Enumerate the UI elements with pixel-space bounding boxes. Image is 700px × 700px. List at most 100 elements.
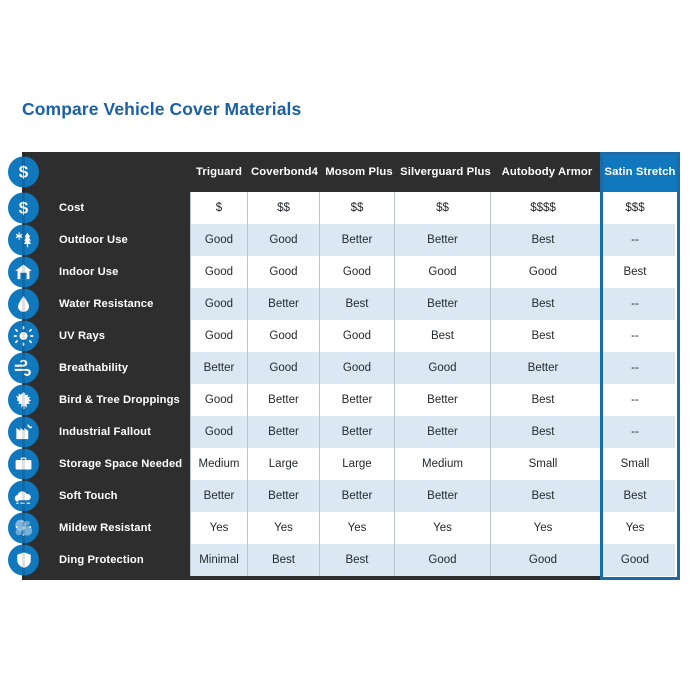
table-cell: Better	[247, 416, 320, 448]
table-cell: Large	[247, 448, 320, 480]
table-cell: Good	[394, 256, 491, 288]
table-cell: --	[595, 384, 675, 416]
table-cell: Good	[247, 256, 320, 288]
table-cell: Minimal	[190, 544, 248, 576]
table-cell: Better	[319, 480, 395, 512]
table-cell: Good	[394, 352, 491, 384]
table-cell: Good	[190, 224, 248, 256]
table-cell: Good	[190, 288, 248, 320]
column-header-1[interactable]: Triguard	[190, 152, 248, 192]
table-cell: Yes	[319, 512, 395, 544]
row-label-text: Indoor Use	[59, 266, 119, 278]
table-cell: Best	[490, 384, 596, 416]
table-cell: Best	[490, 320, 596, 352]
table-row: Yes Yes Yes Yes Yes Yes	[190, 512, 680, 544]
table-row: Good Better Best Better Best --	[190, 288, 680, 320]
table-cell: --	[595, 288, 675, 320]
column-header-4[interactable]: Silverguard Plus	[397, 152, 494, 192]
table-row: Better Better Better Better Best Best	[190, 480, 680, 512]
column-header-2[interactable]: Coverbond4	[248, 152, 321, 192]
table-cell: Best	[595, 256, 675, 288]
table-cell: Better	[247, 480, 320, 512]
table-cell: $	[190, 192, 248, 224]
table-cell: Best	[490, 288, 596, 320]
row-label-text: Industrial Fallout	[59, 426, 151, 438]
table-cell: Good	[247, 352, 320, 384]
table-row: Good Better Better Better Best --	[190, 384, 680, 416]
row-label-text: Bird & Tree Droppings	[59, 394, 180, 406]
table-cell: $$	[247, 192, 320, 224]
table-cell: Best	[394, 320, 491, 352]
column-header-row: Triguard Coverbond4 Mosom Plus Silverguard …	[190, 152, 680, 192]
row-label-text: Mildew Resistant	[59, 522, 152, 534]
table-row: Good Better Better Better Best --	[190, 416, 680, 448]
table-cell: Good	[190, 416, 248, 448]
table-cell: Good	[319, 256, 395, 288]
table-cell: Yes	[595, 512, 675, 544]
table-cell: Best	[490, 416, 596, 448]
table-row: $ $$ $$ $$ $$$$ $$$	[190, 192, 680, 224]
table-cell: Good	[490, 256, 596, 288]
table-cell: Better	[394, 224, 491, 256]
table-cell: Best	[595, 480, 675, 512]
table-cell: Better	[319, 224, 395, 256]
data-grid: Triguard Coverbond4 Mosom Plus Silverguard …	[190, 152, 680, 580]
row-label-text: Soft Touch	[59, 490, 118, 502]
row-label-text: Outdoor Use	[59, 234, 128, 246]
table-cell: Yes	[394, 512, 491, 544]
table-row-label: Mildew Resistant	[8, 512, 190, 544]
table-cell: $$$$	[490, 192, 596, 224]
table-cell: Better	[394, 384, 491, 416]
table-header-label-cell: $	[8, 152, 190, 192]
table-cell: $$$	[595, 192, 675, 224]
table-row-label: Ding Protection	[8, 544, 190, 576]
table-cell: Better	[394, 416, 491, 448]
table-cell: Good	[394, 544, 491, 576]
table-row-label: Storage Space Needed	[8, 448, 190, 480]
table-cell: Better	[190, 352, 248, 384]
table-cell: Good	[247, 224, 320, 256]
table-cell: --	[595, 352, 675, 384]
table-cell: Small	[490, 448, 596, 480]
row-label-text: Breathability	[59, 362, 129, 374]
table-cell: --	[595, 320, 675, 352]
table-cell: Good	[595, 544, 675, 576]
table-cell: Medium	[394, 448, 491, 480]
column-header-3[interactable]: Mosom Plus	[321, 152, 397, 192]
table-cell: Best	[490, 224, 596, 256]
column-header-6[interactable]: Satin Stretch	[600, 152, 680, 192]
table-row: Good Good Good Good Good Best	[190, 256, 680, 288]
table-cell: Good	[190, 320, 248, 352]
table-cell: Better	[490, 352, 596, 384]
table-cell: Best	[490, 480, 596, 512]
table-row-label: Outdoor Use	[8, 224, 190, 256]
table-cell: Yes	[247, 512, 320, 544]
table-row-label: Indoor Use	[8, 256, 190, 288]
table-row: Medium Large Large Medium Small Small	[190, 448, 680, 480]
table-row-label: Bird & Tree Droppings	[8, 384, 190, 416]
table-cell: Good	[319, 320, 395, 352]
table-cell: Good	[190, 384, 248, 416]
table-cell: Better	[394, 480, 491, 512]
table-cell: Better	[247, 288, 320, 320]
table-cell: Best	[319, 544, 395, 576]
table-cell: --	[595, 416, 675, 448]
table-cell: Yes	[490, 512, 596, 544]
table-row-label: UV Rays	[8, 320, 190, 352]
row-label-text: Storage Space Needed	[59, 458, 183, 470]
column-header-5[interactable]: Autobody Armor	[494, 152, 600, 192]
page-title: Compare Vehicle Cover Materials	[22, 99, 302, 119]
table-row-label: Soft Touch	[8, 480, 190, 512]
table-row-label: Water Resistance	[8, 288, 190, 320]
panel-left-edge	[22, 152, 25, 580]
table-cell: Good	[190, 256, 248, 288]
table-cell: Good	[319, 352, 395, 384]
table-cell: Small	[595, 448, 675, 480]
table-cell: Medium	[190, 448, 248, 480]
table-cell: Good	[247, 320, 320, 352]
table-cell: Better	[394, 288, 491, 320]
table-row: Minimal Best Best Good Good Good	[190, 544, 680, 576]
table-cell: $$	[394, 192, 491, 224]
row-label-text: Ding Protection	[59, 554, 144, 566]
row-label-text: Water Resistance	[59, 298, 154, 310]
